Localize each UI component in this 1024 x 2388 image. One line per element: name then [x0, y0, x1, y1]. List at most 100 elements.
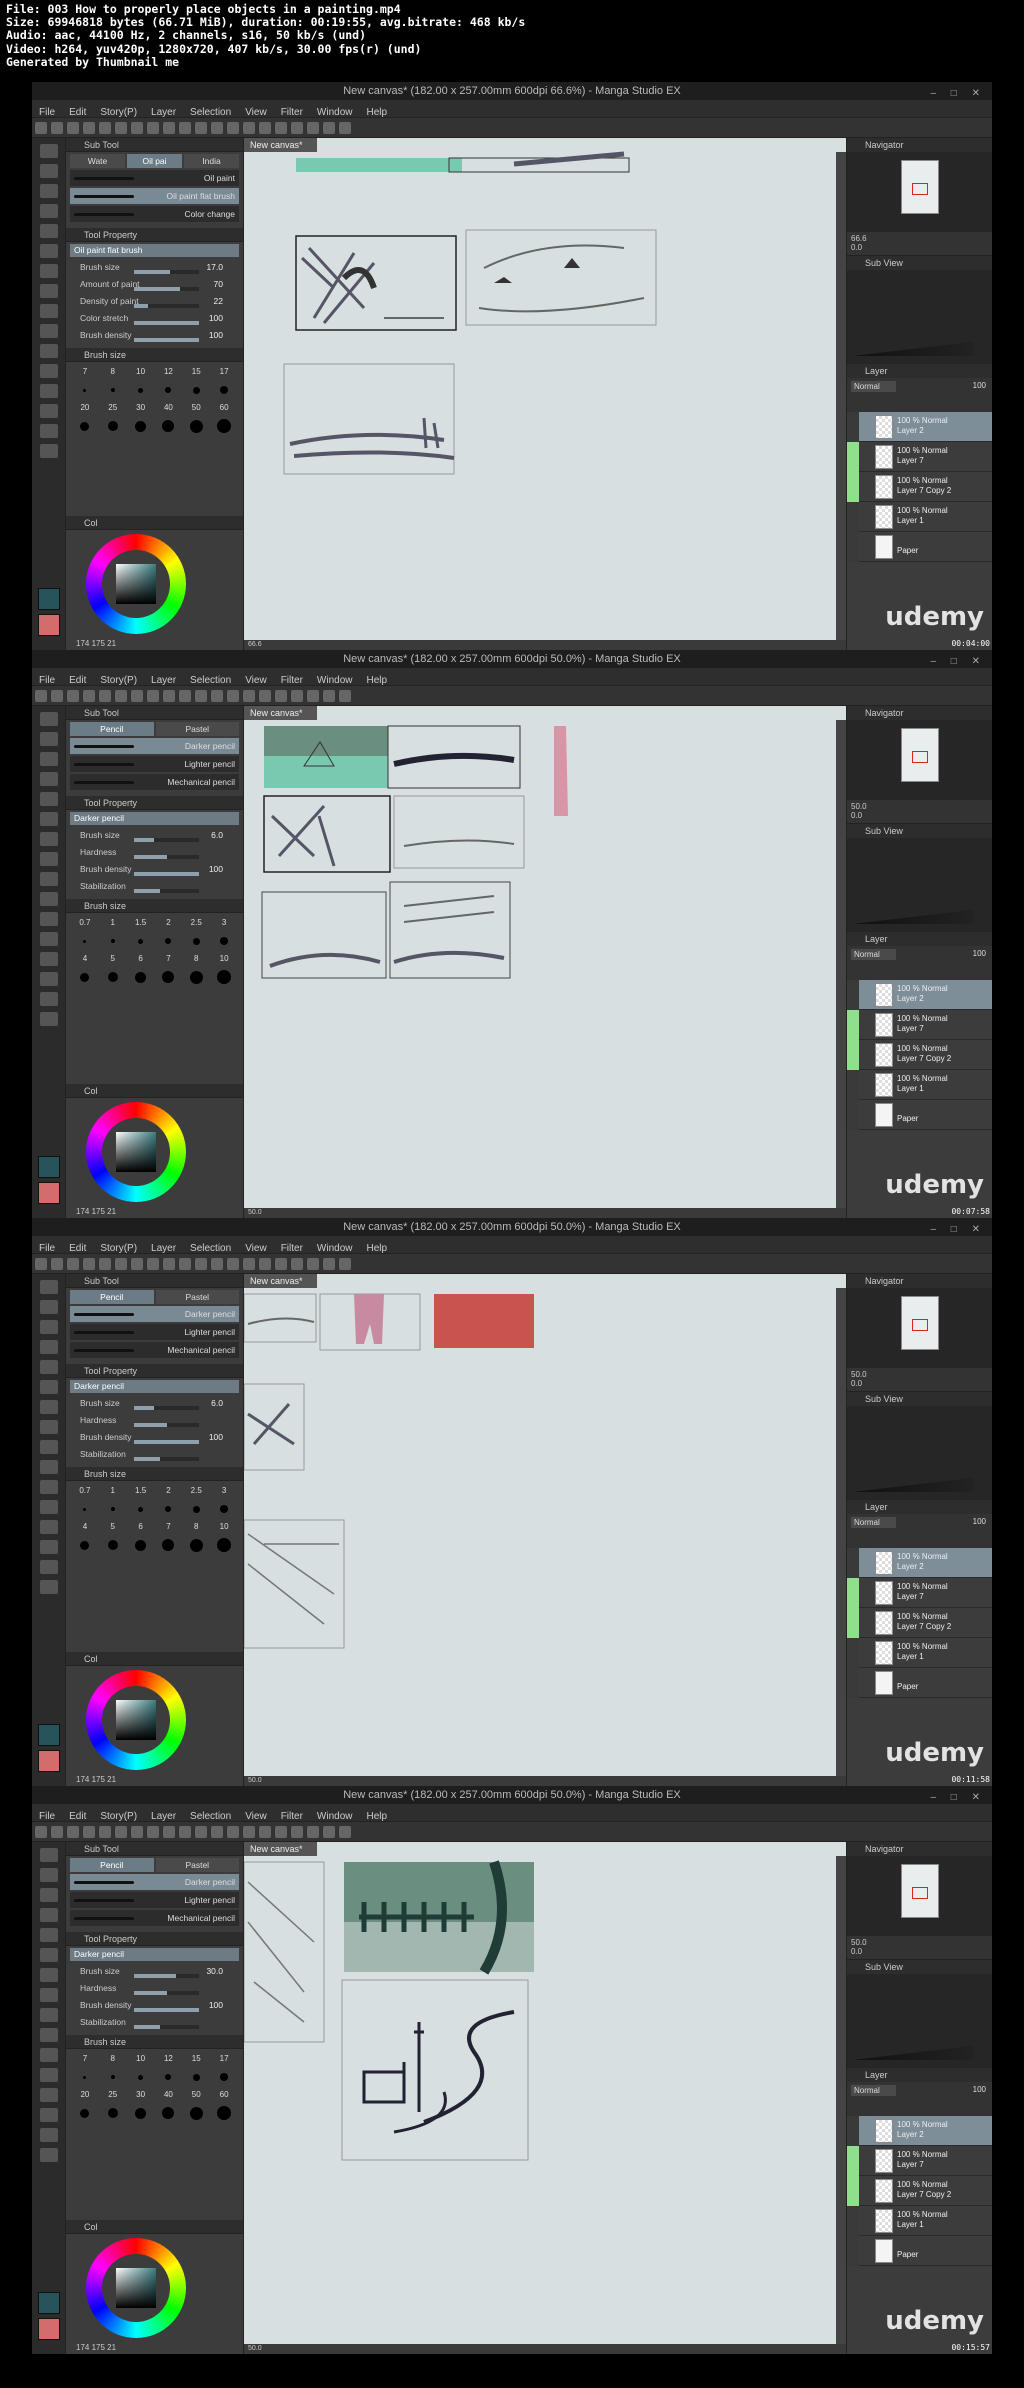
tool-icon[interactable]: [39, 404, 58, 418]
brush-size-value[interactable]: 5: [100, 1519, 126, 1535]
command-icon[interactable]: [131, 122, 143, 134]
main-color-swatch[interactable]: [38, 1724, 60, 1746]
tool-icon[interactable]: [39, 732, 58, 746]
tool-icon[interactable]: [39, 1440, 58, 1454]
command-icon[interactable]: [275, 1258, 287, 1270]
command-icon[interactable]: [259, 690, 271, 702]
layer-visibility-toggle[interactable]: [847, 1608, 859, 1638]
brush-size-value[interactable]: 15: [183, 2051, 209, 2067]
canvas-vertical-scrollbar[interactable]: [836, 720, 846, 1210]
command-icon[interactable]: [243, 690, 255, 702]
tool-property-row[interactable]: Brush size 30.0: [70, 1963, 239, 1980]
command-icon[interactable]: [147, 122, 159, 134]
brush-size-dot[interactable]: [128, 418, 154, 434]
tool-property-row[interactable]: Brush density 100: [70, 1429, 239, 1446]
brush-size-value[interactable]: 10: [128, 2051, 154, 2067]
brush-size-dot[interactable]: [72, 418, 98, 434]
tool-property-row[interactable]: Density of paint 22: [70, 293, 239, 310]
command-icon[interactable]: [227, 1258, 239, 1270]
brush-preset-item[interactable]: Darker pencil: [70, 1874, 239, 1890]
command-icon[interactable]: [211, 122, 223, 134]
tool-icon[interactable]: [39, 992, 58, 1006]
tool-icon[interactable]: [39, 364, 58, 378]
tool-icon[interactable]: [39, 1848, 58, 1862]
brush-size-value[interactable]: 6: [128, 1519, 154, 1535]
command-icon[interactable]: [115, 122, 127, 134]
tool-icon[interactable]: [39, 2128, 58, 2142]
tool-icon[interactable]: [39, 1280, 58, 1294]
sub-tool-tab[interactable]: Wate: [70, 154, 125, 168]
layer-row[interactable]: 100 % Normal Layer 1: [847, 2206, 992, 2236]
layer-blend-select[interactable]: Normal: [851, 2085, 896, 2096]
brush-size-dot[interactable]: [156, 933, 182, 949]
navigator-viewport[interactable]: [912, 751, 928, 763]
brush-size-value[interactable]: 25: [100, 400, 126, 416]
layer-opacity-value[interactable]: 100: [973, 1517, 986, 1526]
brush-size-dot[interactable]: [156, 1537, 182, 1553]
brush-size-value[interactable]: 30: [128, 400, 154, 416]
color-wheel[interactable]: [86, 1670, 186, 1770]
command-icon[interactable]: [35, 1826, 47, 1838]
property-slider[interactable]: [134, 2008, 199, 2012]
command-icon[interactable]: [131, 1826, 143, 1838]
tool-icon[interactable]: [39, 872, 58, 886]
brush-size-dot[interactable]: [100, 382, 126, 398]
tool-icon[interactable]: [39, 1300, 58, 1314]
layer-row[interactable]: 100 % Normal Layer 7: [847, 442, 992, 472]
brush-size-value[interactable]: 3: [211, 915, 237, 931]
layer-row[interactable]: 100 % Normal Layer 7 Copy 2: [847, 472, 992, 502]
property-slider[interactable]: [134, 1457, 199, 1461]
preset-selector[interactable]: Darker pencil: [70, 1948, 239, 1961]
brush-size-dot[interactable]: [156, 2105, 182, 2121]
brush-size-dot[interactable]: [72, 1537, 98, 1553]
tool-icon[interactable]: [39, 1988, 58, 2002]
preset-selector[interactable]: Darker pencil: [70, 812, 239, 825]
command-icon[interactable]: [323, 122, 335, 134]
brush-size-dot[interactable]: [211, 969, 237, 985]
brush-preset-item[interactable]: Mechanical pencil: [70, 774, 239, 790]
saturation-value-square[interactable]: [116, 1132, 156, 1172]
tool-property-row[interactable]: Hardness: [70, 1412, 239, 1429]
command-icon[interactable]: [291, 1258, 303, 1270]
navigator-preview[interactable]: [847, 1856, 992, 1936]
brush-size-dot[interactable]: [183, 2105, 209, 2121]
brush-size-value[interactable]: 1.5: [128, 1483, 154, 1499]
brush-size-dot[interactable]: [72, 1501, 98, 1517]
tool-icon[interactable]: [39, 932, 58, 946]
command-icon[interactable]: [259, 122, 271, 134]
layer-row[interactable]: 100 % Normal Layer 2: [847, 412, 992, 442]
command-icon[interactable]: [147, 1826, 159, 1838]
command-icon[interactable]: [307, 122, 319, 134]
main-color-swatch[interactable]: [38, 588, 60, 610]
layer-row[interactable]: Paper: [847, 1100, 992, 1130]
layer-visibility-toggle[interactable]: [847, 980, 859, 1010]
command-icon[interactable]: [179, 1826, 191, 1838]
tool-icon[interactable]: [39, 2088, 58, 2102]
command-icon[interactable]: [35, 1258, 47, 1270]
brush-size-value[interactable]: 6: [128, 951, 154, 967]
command-icon[interactable]: [51, 1258, 63, 1270]
layer-blend-select[interactable]: Normal: [851, 381, 896, 392]
brush-size-dot[interactable]: [211, 2105, 237, 2121]
command-icon[interactable]: [243, 1826, 255, 1838]
tool-property-row[interactable]: Brush size 6.0: [70, 827, 239, 844]
brush-size-dot[interactable]: [100, 1537, 126, 1553]
command-icon[interactable]: [323, 1826, 335, 1838]
brush-size-value[interactable]: 7: [156, 951, 182, 967]
brush-size-value[interactable]: 60: [211, 400, 237, 416]
brush-size-dot[interactable]: [156, 1501, 182, 1517]
brush-size-dot[interactable]: [183, 382, 209, 398]
command-icon[interactable]: [83, 1258, 95, 1270]
brush-size-value[interactable]: 12: [156, 2051, 182, 2067]
layer-visibility-toggle[interactable]: [847, 2206, 859, 2236]
brush-size-value[interactable]: 17: [211, 2051, 237, 2067]
brush-preset-item[interactable]: Oil paint: [70, 170, 239, 186]
tool-icon[interactable]: [39, 1928, 58, 1942]
tool-icon[interactable]: [39, 424, 58, 438]
brush-size-value[interactable]: 30: [128, 2087, 154, 2103]
layer-visibility-toggle[interactable]: [847, 2146, 859, 2176]
property-slider[interactable]: [134, 287, 199, 291]
command-icon[interactable]: [51, 122, 63, 134]
layer-row[interactable]: Paper: [847, 2236, 992, 2266]
layer-row[interactable]: 100 % Normal Layer 7 Copy 2: [847, 1040, 992, 1070]
